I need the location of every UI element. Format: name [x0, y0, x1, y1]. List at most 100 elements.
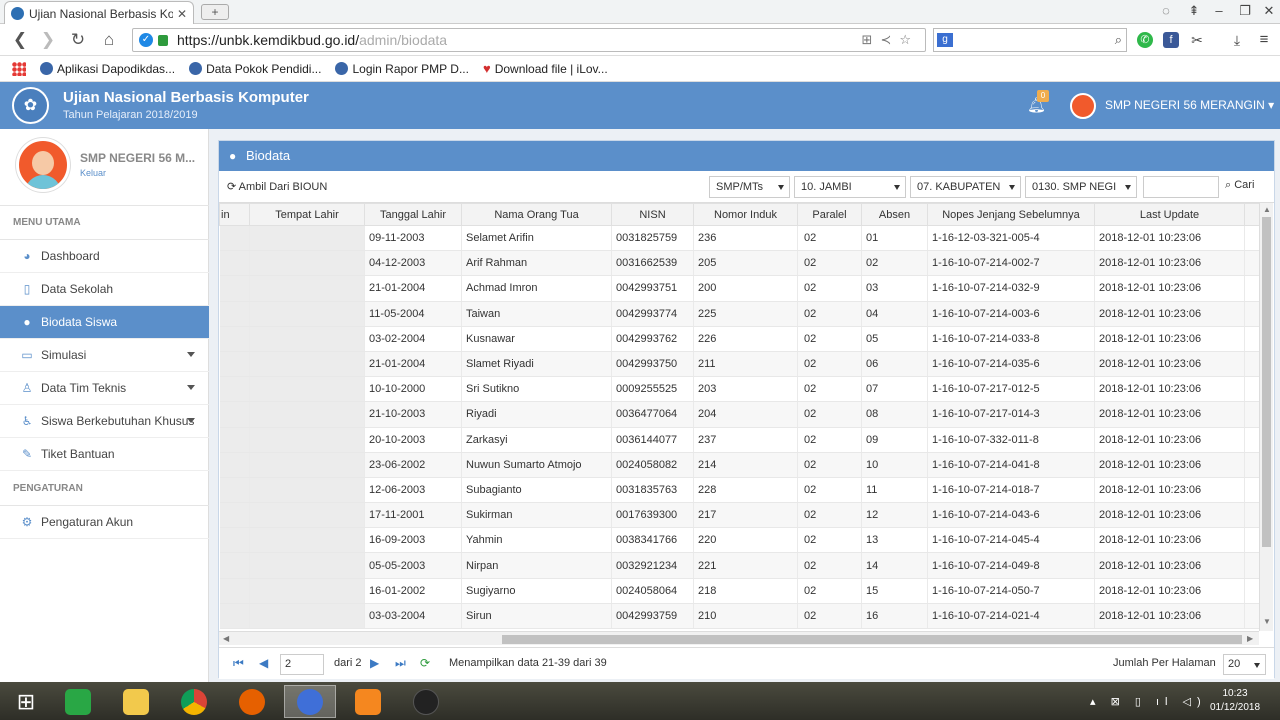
table-row[interactable]: 21-10-2003 Riyadi 0036477064 204 02 08 1-16-10… — [219, 401, 1265, 428]
start-button[interactable]: ⊞ — [0, 685, 52, 718]
sekolah-select[interactable]: 0130. SMP NEGI — [1025, 176, 1137, 198]
sidebar-item-dashboard[interactable]: ◕ Dashboard — [0, 240, 209, 273]
reload-icon[interactable]: ↻ — [68, 30, 88, 50]
taskbar-clock[interactable]: 10:23 01/12/2018 — [1200, 687, 1270, 715]
download-icon[interactable]: ⤓ — [1229, 32, 1245, 48]
taskbar-store[interactable] — [52, 685, 104, 718]
sidebar-item-tiket-bantuan[interactable]: ✎ Tiket Bantuan — [0, 438, 209, 471]
close-tab-icon[interactable]: ✕ — [177, 7, 187, 21]
last-page-icon[interactable]: ⏭ — [395, 656, 406, 671]
search-engine-box[interactable]: g ⌕ — [933, 28, 1127, 52]
home-icon[interactable]: ⌂ — [99, 30, 119, 50]
column-header[interactable]: Tanggal Lahir — [364, 203, 462, 226]
sidebar-item-simulasi[interactable]: ▭ Simulasi — [0, 339, 209, 372]
scroll-left-icon[interactable]: ◀ — [223, 634, 229, 643]
per-page-label: Jumlah Per Halaman — [1113, 657, 1216, 669]
page-input[interactable]: 2 — [280, 654, 324, 675]
back-icon[interactable]: ❮ — [10, 30, 30, 50]
column-header[interactable]: Tempat Lahir — [249, 203, 365, 226]
table-row[interactable]: 04-12-2003 Arif Rahman 0031662539 205 02 02 1-… — [219, 250, 1265, 277]
apps-grid-icon[interactable] — [12, 61, 26, 76]
table-row[interactable]: 17-11-2001 Sukirman 0017639300 217 02 12 1-16-… — [219, 502, 1265, 529]
table-row[interactable]: 21-01-2004 Achmad Imron 0042993751 200 02 03 1… — [219, 275, 1265, 302]
taskbar-firefox[interactable] — [226, 685, 278, 718]
cell-nama-orang-tua: Sri Sutikno — [461, 376, 612, 403]
cari-button[interactable]: ⌕ Cari — [1225, 179, 1254, 192]
column-header[interactable]: Nomor Induk — [693, 203, 798, 226]
address-bar-icons[interactable]: ⊞≺☆ — [862, 32, 919, 48]
next-page-icon[interactable]: ▶ — [370, 656, 379, 670]
user-avatar[interactable] — [1070, 93, 1096, 119]
horizontal-scroll-thumb[interactable] — [502, 635, 1242, 644]
table-row[interactable]: 16-09-2003 Yahmin 0038341766 220 02 13 1-16-10… — [219, 527, 1265, 554]
table-row[interactable]: 09-11-2003 Selamet Arifin 0031825759 236 02 0… — [219, 225, 1265, 252]
per-page-select[interactable]: 20 — [1223, 654, 1266, 675]
table-row[interactable]: 23-06-2002 Nuwun Sumarto Atmojo 0024058082… — [219, 452, 1265, 478]
scroll-down-icon[interactable]: ▼ — [1263, 617, 1271, 626]
taskbar-nox[interactable] — [400, 685, 452, 718]
table-row[interactable]: 03-02-2004 Kusnawar 0042993762 226 02 05 1-16-… — [219, 326, 1265, 352]
address-bar[interactable]: ✓ https://unbk.kemdikbud.go.id/admin/bio… — [132, 28, 926, 52]
table-row[interactable]: 03-03-2004 Sirun 0042993759 210 02 16 1-16-10-… — [219, 603, 1265, 630]
cell-nopes: 1-16-10-07-214-035-6 — [927, 351, 1095, 378]
minimize-icon[interactable]: – — [1211, 3, 1227, 19]
bookmark-item[interactable]: Aplikasi Dapodikdas... — [40, 62, 175, 76]
table-row[interactable]: 21-01-2004 Slamet Riyadi 0042993750 211 02 06… — [219, 351, 1265, 378]
column-header[interactable]: in — [219, 203, 250, 226]
bookmark-item[interactable]: Data Pokok Pendidi... — [189, 62, 321, 76]
column-header[interactable]: Last Update — [1094, 203, 1245, 226]
column-header[interactable]: Paralel — [797, 203, 862, 226]
sidebar-item-data-sekolah[interactable]: ▯ Data Sekolah — [0, 273, 209, 306]
column-header[interactable]: Nama Orang Tua — [461, 203, 612, 226]
close-window-icon[interactable]: ✕ — [1261, 3, 1277, 19]
logout-link[interactable]: Keluar — [80, 168, 106, 178]
horizontal-scrollbar[interactable]: ◀ ▶ — [219, 631, 1259, 645]
vertical-scrollbar[interactable]: ▲ ▼ — [1259, 203, 1273, 631]
first-page-icon[interactable]: ⏮ — [233, 656, 244, 671]
forward-icon[interactable]: ❯ — [38, 30, 58, 50]
column-header[interactable]: Absen — [861, 203, 928, 226]
scroll-right-icon[interactable]: ▶ — [1247, 634, 1253, 643]
taskbar-uc[interactable] — [342, 685, 394, 718]
sidebar-item-pengaturan-akun[interactable]: ⚙ Pengaturan Akun — [0, 506, 209, 539]
vertical-scroll-thumb[interactable] — [1262, 217, 1271, 547]
sidebar-item-data-tim-teknis[interactable]: ♙ Data Tim Teknis — [0, 372, 209, 405]
taskbar-chrome[interactable] — [168, 685, 220, 718]
facebook-icon[interactable]: f — [1163, 32, 1179, 48]
scroll-up-icon[interactable]: ▲ — [1263, 205, 1271, 214]
menu-icon[interactable]: ≡ — [1256, 32, 1272, 48]
sidebar-item-siswa-berkebutuhan-khusus[interactable]: ♿︎ Siswa Berkebutuhan Khusus — [0, 405, 209, 438]
ambil-bioun-button[interactable]: ⟳ Ambil Dari BIOUN — [227, 180, 327, 193]
user-icon[interactable]: ◌ — [1158, 3, 1174, 19]
table-row[interactable]: 11-05-2004 Taiwan 0042993774 225 02 04 1-16-10… — [219, 301, 1265, 327]
sidebar-item-biodata-siswa[interactable]: ● Biodata Siswa — [0, 306, 209, 339]
taskbar-app-active[interactable] — [284, 685, 336, 718]
maximize-icon[interactable]: ❐ — [1237, 3, 1253, 19]
kabupaten-select[interactable]: 07. KABUPATEN — [910, 176, 1021, 198]
whatsapp-icon[interactable]: ✆ — [1137, 32, 1153, 48]
jenjang-select[interactable]: SMP/MTs — [709, 176, 790, 198]
table-row[interactable]: 20-10-2003 Zarkasyi 0036144077 237 02 09 1-16-… — [219, 427, 1265, 453]
prev-page-icon[interactable]: ◀ — [259, 656, 268, 670]
cell-absen: 09 — [861, 427, 928, 453]
new-tab-button[interactable]: + — [201, 4, 229, 20]
table-row[interactable]: 10-10-2000 Sri Sutikno 0009255525 203 02 07 1-… — [219, 376, 1265, 403]
table-row[interactable]: 16-01-2002 Sugiyarno 0024058064 218 02 15 1-16… — [219, 578, 1265, 604]
search-icon[interactable]: ⌕ — [1115, 32, 1122, 48]
search-input[interactable] — [1143, 176, 1219, 198]
provinsi-select[interactable]: 10. JAMBI — [794, 176, 906, 198]
scissors-icon[interactable]: ✂ — [1189, 32, 1205, 48]
system-tray[interactable]: ▴ ⊠ ▯ ıl ◁) — [1090, 695, 1207, 708]
browser-tab[interactable]: Ujian Nasional Berbasis Ko ✕ — [4, 1, 194, 25]
bookmark-item[interactable]: ♥ Download file | iLov... — [483, 61, 608, 76]
refresh-icon[interactable]: ⟳ — [420, 656, 430, 670]
table-row[interactable]: 12-06-2003 Subagianto 0031835763 228 02 11 1-1… — [219, 477, 1265, 504]
pin-icon[interactable]: ⇞ — [1186, 3, 1202, 19]
bookmark-item[interactable]: Login Rapor PMP D... — [335, 62, 469, 76]
column-header[interactable]: NISN — [611, 203, 694, 226]
column-header[interactable]: Nopes Jenjang Sebelumnya — [927, 203, 1095, 226]
taskbar-explorer[interactable] — [110, 685, 162, 718]
table-row[interactable]: 05-05-2003 Nirpan 0032921234 221 02 14 1-16-10… — [219, 552, 1265, 579]
cell-nama-orang-tua: Taiwan — [461, 301, 612, 327]
user-menu[interactable]: SMP NEGERI 56 MERANGIN ▾ — [1105, 98, 1274, 112]
